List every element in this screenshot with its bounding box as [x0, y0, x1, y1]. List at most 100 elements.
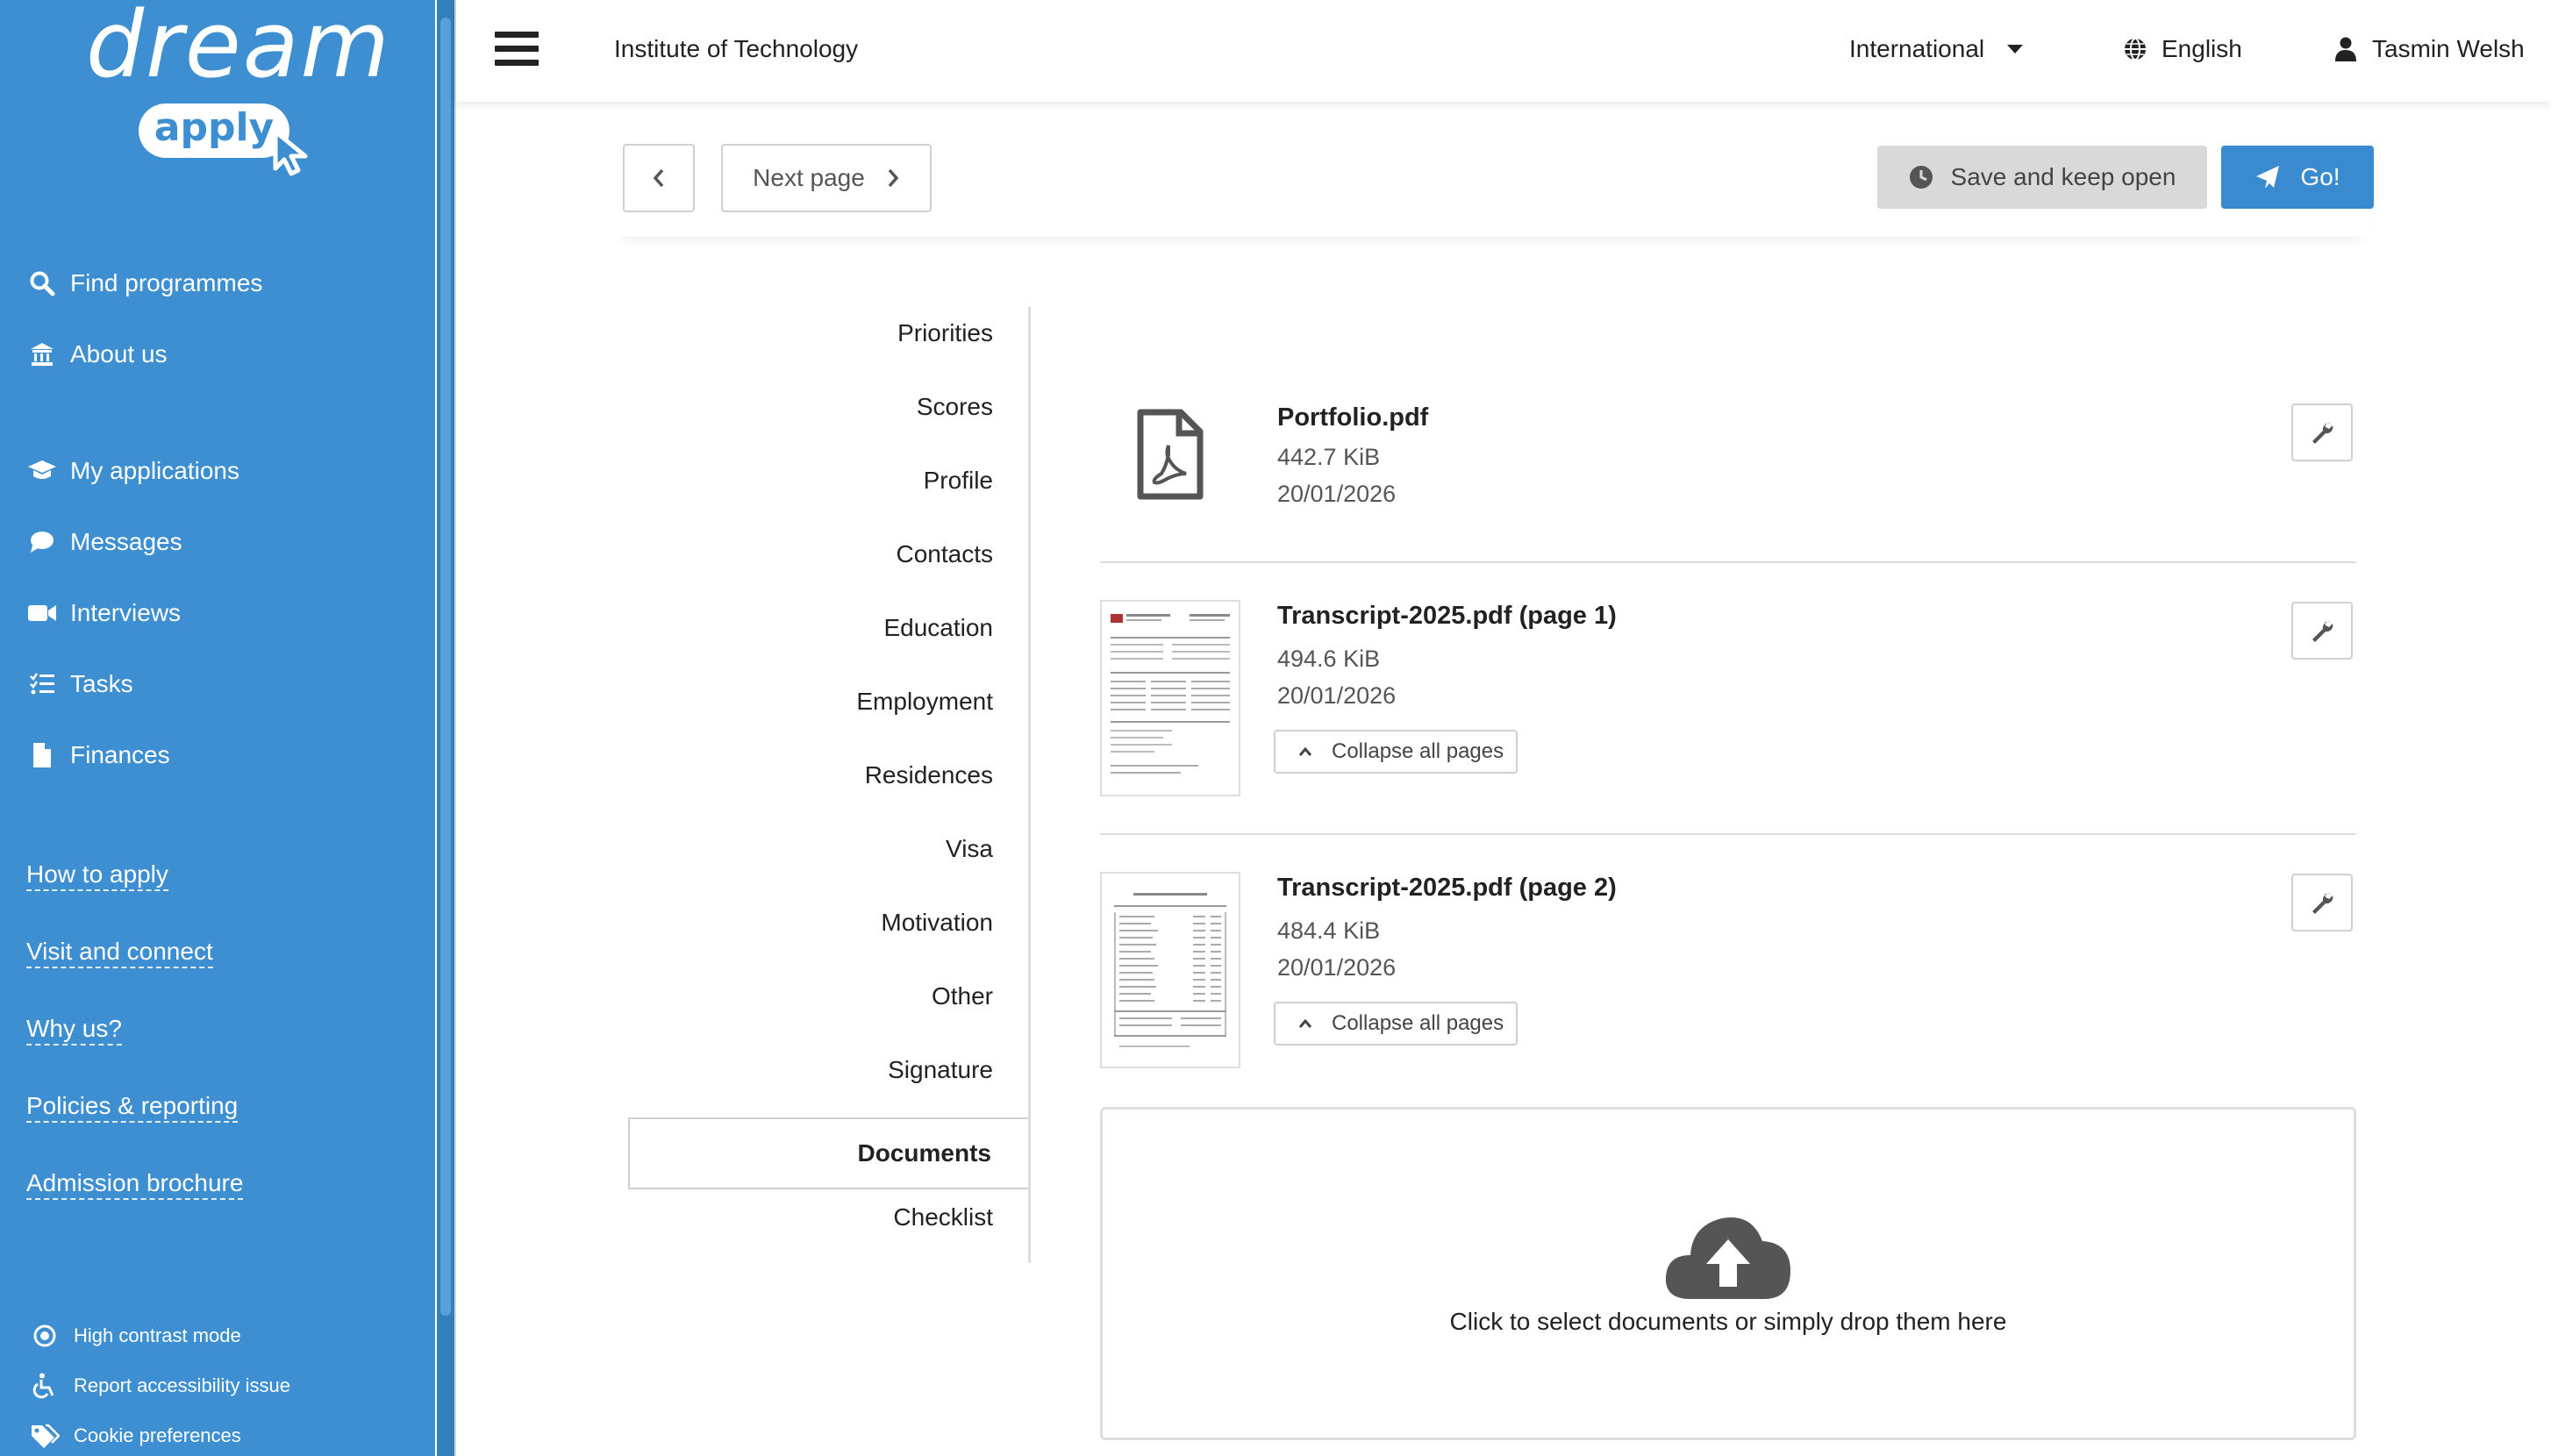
- document-upload-dropzone[interactable]: Click to select documents or simply drop…: [1100, 1107, 2356, 1440]
- link-how-to-apply[interactable]: How to apply: [26, 860, 168, 891]
- sidebar-item-finances[interactable]: Finances: [26, 733, 170, 777]
- high-contrast-toggle[interactable]: High contrast mode: [30, 1318, 241, 1353]
- footer-item-label: High contrast mode: [74, 1324, 241, 1346]
- wrench-icon: [2312, 893, 2333, 914]
- menu-toggle-button[interactable]: [495, 32, 539, 70]
- clock-icon: [1909, 166, 1933, 189]
- tags-icon: [30, 1424, 60, 1448]
- wrench-icon: [2312, 423, 2333, 444]
- section-contacts[interactable]: Contacts: [897, 528, 994, 581]
- document-size: 442.7 KiB: [1277, 444, 1381, 470]
- section-residences[interactable]: Residences: [865, 749, 993, 802]
- document-size: 494.6 KiB: [1277, 646, 1381, 672]
- collapse-all-pages-button[interactable]: Collapse all pages: [1274, 1002, 1518, 1046]
- cookie-preferences-link[interactable]: Cookie preferences: [30, 1418, 241, 1453]
- document-thumbnail[interactable]: [1100, 872, 1240, 1068]
- sidebar-item-messages[interactable]: Messages: [26, 520, 182, 564]
- sidebar-item-label: My applications: [70, 457, 239, 484]
- contrast-icon: [30, 1324, 60, 1348]
- section-scores[interactable]: Scores: [917, 381, 993, 433]
- video-camera-icon: [26, 597, 58, 629]
- link-admission-brochure[interactable]: Admission brochure: [26, 1168, 244, 1200]
- collapse-label: Collapse all pages: [1332, 739, 1504, 763]
- next-page-button[interactable]: Next page: [721, 144, 932, 212]
- region-label: International: [1849, 35, 1985, 62]
- document-options-button[interactable]: [2291, 403, 2353, 461]
- user-name: Tasmin Welsh: [2372, 35, 2525, 62]
- sidebar-scrollbar[interactable]: [437, 0, 454, 1456]
- caret-down-icon: [2007, 45, 2024, 54]
- section-documents-active[interactable]: Documents: [628, 1117, 1028, 1189]
- logo-badge: apply: [139, 103, 289, 158]
- institution-name: Institute of Technology: [614, 35, 859, 62]
- search-icon: [26, 268, 58, 299]
- section-signature[interactable]: Signature: [888, 1044, 993, 1096]
- logo-word: dream: [86, 0, 391, 98]
- document-date: 20/01/2026: [1277, 481, 1397, 507]
- region-dropdown[interactable]: International: [1849, 35, 2024, 63]
- chevron-up-icon: [1298, 1018, 1312, 1028]
- language-label: English: [2162, 35, 2242, 62]
- collapse-all-pages-button[interactable]: Collapse all pages: [1274, 730, 1518, 774]
- cursor-icon: [273, 129, 308, 176]
- language-selector[interactable]: English: [2123, 35, 2242, 63]
- task-list-icon: [26, 668, 58, 700]
- user-icon: [2335, 37, 2356, 61]
- chevron-right-icon: [888, 168, 899, 188]
- top-bar: Institute of Technology International En…: [456, 0, 2551, 102]
- sidebar-item-label: Interviews: [70, 599, 182, 626]
- user-menu[interactable]: Tasmin Welsh: [2335, 35, 2525, 63]
- document-thumbnail[interactable]: [1100, 600, 1240, 796]
- section-checklist[interactable]: Checklist: [893, 1191, 993, 1244]
- next-page-label: Next page: [753, 164, 865, 191]
- sidebar-item-about-us[interactable]: About us: [26, 332, 168, 376]
- section-education[interactable]: Education: [883, 602, 993, 654]
- sidebar-item-label: Finances: [70, 741, 170, 768]
- section-visa[interactable]: Visa: [946, 823, 993, 875]
- sidebar-item-interviews[interactable]: Interviews: [26, 591, 181, 635]
- document-date: 20/01/2026: [1277, 954, 1397, 981]
- globe-icon: [2125, 38, 2146, 61]
- previous-page-button[interactable]: [623, 144, 695, 212]
- document-options-button[interactable]: [2291, 602, 2353, 660]
- save-and-keep-open-button[interactable]: Save and keep open: [1877, 146, 2207, 209]
- section-priorities[interactable]: Priorities: [897, 307, 993, 360]
- document-name[interactable]: Transcript-2025.pdf (page 2): [1277, 874, 1617, 903]
- section-other[interactable]: Other: [932, 970, 993, 1023]
- sidebar-item-label: Tasks: [70, 670, 133, 697]
- dreamapply-logo[interactable]: dream apply: [84, 0, 389, 184]
- go-submit-button[interactable]: Go!: [2221, 146, 2374, 209]
- link-why-us[interactable]: Why us?: [26, 1014, 122, 1046]
- pdf-file-icon: [1137, 409, 1204, 500]
- sidebar-item-find-programmes[interactable]: Find programmes: [26, 261, 262, 305]
- sidebar-item-label: Messages: [70, 528, 182, 555]
- graduation-cap-icon: [26, 455, 58, 487]
- document-date: 20/01/2026: [1277, 682, 1397, 709]
- sidebar-item-tasks[interactable]: Tasks: [26, 662, 133, 706]
- sidebar-item-my-applications[interactable]: My applications: [26, 449, 239, 493]
- chevron-up-icon: [1298, 746, 1312, 756]
- sidebar-divider: [454, 0, 456, 1456]
- institution-icon: [26, 339, 58, 370]
- document-size: 484.4 KiB: [1277, 917, 1381, 944]
- section-motivation[interactable]: Motivation: [881, 896, 993, 949]
- document-name[interactable]: Transcript-2025.pdf (page 1): [1277, 602, 1617, 631]
- paper-plane-icon: [2256, 166, 2280, 189]
- section-employment[interactable]: Employment: [856, 675, 993, 728]
- document-name[interactable]: Portfolio.pdf: [1277, 403, 1428, 432]
- chat-bubble-icon: [26, 526, 58, 558]
- sidebar-item-label: About us: [70, 340, 168, 368]
- dropzone-text: Click to select documents or simply drop…: [1449, 1308, 2007, 1335]
- link-policies-reporting[interactable]: Policies & reporting: [26, 1091, 239, 1123]
- document-options-button[interactable]: [2291, 874, 2353, 931]
- report-accessibility-link[interactable]: Report accessibility issue: [30, 1368, 290, 1403]
- document-divider: [1100, 561, 2356, 563]
- sidebar: dream apply Find programmes About us My …: [0, 0, 435, 1456]
- document-divider: [1100, 833, 2356, 835]
- scrollbar-thumb[interactable]: [440, 18, 451, 1316]
- sidebar-item-label: Find programmes: [70, 269, 263, 296]
- section-profile[interactable]: Profile: [924, 454, 993, 507]
- link-visit-and-connect[interactable]: Visit and connect: [26, 937, 213, 968]
- footer-item-label: Cookie preferences: [74, 1424, 241, 1446]
- chevron-left-icon: [653, 168, 664, 188]
